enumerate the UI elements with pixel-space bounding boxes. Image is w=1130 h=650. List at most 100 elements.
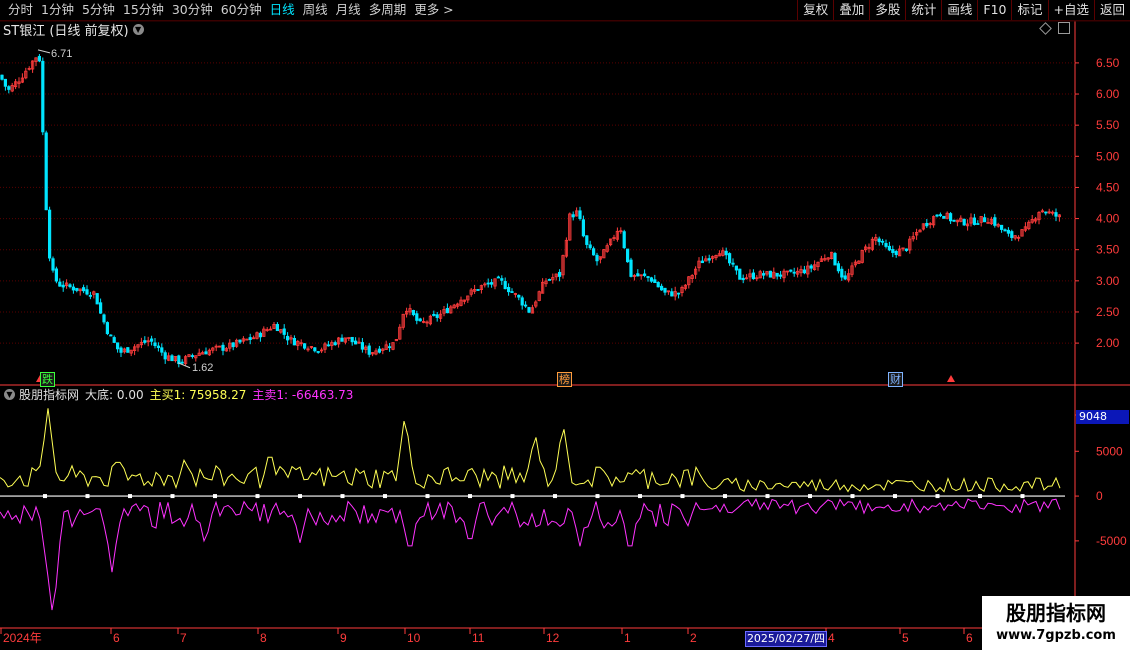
candle-body [649,277,654,282]
period-tab-7[interactable]: 周线 [299,0,332,20]
indicator-tick-label: 0 [1096,489,1103,503]
candle-body [160,347,164,353]
stock-title[interactable]: ST银江 (日线 前复权) [3,20,129,39]
diamond-icon[interactable] [1039,22,1052,35]
event-tag-1[interactable]: 榜 [557,372,572,387]
candle-body [364,346,368,350]
candle-body [704,258,708,262]
candle-body [843,275,847,280]
candle-body [894,251,898,256]
chevron-down-icon[interactable]: ▼ [132,24,144,35]
indicator-name[interactable]: 股朋指标网 [19,386,79,403]
period-tabs: 分时 1分钟 5分钟 15分钟 30分钟 60分钟 日线 周线 月线 多周期 更多 > [4,0,458,20]
zero-marker [893,494,897,499]
candle-body [149,338,154,342]
event-tag-0[interactable]: 跌 [40,372,55,387]
chevron-down-icon[interactable]: ▼ [4,389,15,400]
candle-body [762,273,766,276]
candle-body [636,273,640,277]
period-tab-9[interactable]: 多周期 [365,0,411,20]
candle-body [370,352,375,355]
candle-body [670,291,674,297]
candle-body [629,259,633,277]
candle-body [547,279,552,281]
period-tab-0[interactable]: 分时 [4,0,37,20]
price-tick-label: 2.00 [1096,336,1120,350]
toolbar-button-6[interactable]: 标记 [1011,0,1047,20]
top-toolbar: 分时 1分钟 5分钟 15分钟 30分钟 60分钟 日线 周线 月线 多周期 更多 > 复权 叠加 多股… [0,0,1130,21]
time-tick-label: 6 [113,631,120,645]
period-tab-6[interactable]: 日线 [266,0,299,20]
candle-body [612,237,616,239]
candle-body [966,223,970,227]
candle-body [251,337,256,340]
candle-body [558,271,562,277]
candle-body [381,348,385,351]
candle-body [289,337,293,340]
candle-body [830,251,834,260]
candle-body [789,269,793,272]
candle-body [116,342,120,350]
period-tab-8[interactable]: 月线 [332,0,365,20]
event-tag-2[interactable]: 财 [888,372,903,387]
candle-body [61,284,65,288]
candle-body [928,223,932,226]
chart-canvas: 6.50 6.00 5.50 5.00 4.50 4.00 3.50 3.00 2.50 2.00… [0,20,1130,645]
candle-body [836,263,841,272]
period-tab-10[interactable]: 更多 > [410,0,457,20]
candle-body [962,218,966,226]
candle-body [51,258,55,271]
candle-body [194,355,198,359]
candle-body [428,315,433,325]
candle-body [826,257,830,260]
toolbar-button-7[interactable]: +自选 [1047,0,1094,20]
candle-body [524,304,528,307]
toolbar-button-2[interactable]: 多股 [869,0,905,20]
candle-body [850,265,854,275]
candle-body [17,81,21,84]
candle-body [1010,231,1014,238]
cursor-date-box: 2025/02/27/四 [745,631,827,647]
period-tab-5[interactable]: 60分钟 [217,0,266,20]
candle-body [180,361,184,364]
candle-body [238,339,242,343]
zero-marker [425,494,430,499]
candle-body [102,314,106,323]
candle-body [602,249,606,259]
candle-body [173,356,177,362]
period-tab-1[interactable]: 1分钟 [37,0,78,20]
candle-body [54,268,59,282]
candle-body [932,216,936,226]
period-tab-3[interactable]: 15分钟 [119,0,168,20]
candle-body [265,329,269,331]
window-toggle-icon[interactable] [1058,22,1070,34]
candle-body [78,288,82,292]
price-tick-label: 4.50 [1096,180,1120,194]
candle-body [296,341,300,346]
toolbar-button-0[interactable]: 复权 [797,0,833,20]
zero-marker [638,494,642,499]
toolbar-button-4[interactable]: 画线 [941,0,977,20]
price-tick-label: 3.50 [1096,243,1120,257]
candle-body [85,289,89,295]
toolbar-button-3[interactable]: 统计 [905,0,941,20]
candle-body [775,272,779,277]
zero-marker [595,494,600,499]
candle-body [282,328,286,335]
candle-body [27,68,31,70]
toolbar-button-5[interactable]: F10 [977,0,1011,20]
high-marker-line [37,49,51,54]
period-tab-4[interactable]: 30分钟 [168,0,217,20]
toolbar-button-8[interactable]: 返回 [1093,0,1130,20]
toolbar-button-1[interactable]: 叠加 [833,0,869,20]
candle-body [469,289,473,295]
candle-body [653,279,657,283]
candle-body [187,354,191,357]
zero-marker [553,494,557,499]
candle-body [333,342,337,346]
candle-body [595,254,599,262]
candle-body [347,337,351,339]
period-tab-2[interactable]: 5分钟 [78,0,119,20]
candle-body [374,350,378,355]
candle-body [598,256,603,260]
